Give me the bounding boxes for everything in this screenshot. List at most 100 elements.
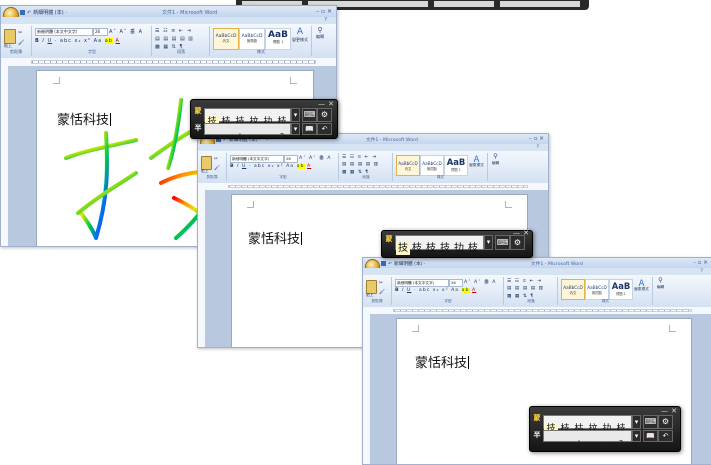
punctuation-key[interactable]: :: [586, 439, 600, 449]
punctuation-key[interactable]: ': [572, 439, 586, 449]
save-icon[interactable]: [20, 10, 25, 15]
punctuation-key[interactable]: ': [233, 132, 247, 142]
style-0[interactable]: AaBbCcD 內文: [396, 155, 420, 176]
format-buttons[interactable]: B I U · abc x₂ x² Aa ab A: [395, 288, 476, 293]
paste-icon[interactable]: [4, 29, 16, 44]
format-painter-icon[interactable]: 🖌: [379, 290, 385, 295]
paste-label[interactable]: 貼上: [201, 169, 208, 174]
punctuation-bar[interactable]: .. ':;?: [204, 123, 291, 141]
punctuation-bar[interactable]: .. ':;?: [543, 430, 632, 448]
font-grow-buttons[interactable]: A˄ A˅ 垂 A: [109, 28, 143, 35]
style-0[interactable]: AaBbCcD 內文: [561, 279, 585, 300]
window-controls[interactable]: – ▫ ✕: [316, 8, 332, 15]
keyboard-button[interactable]: ⌨: [495, 235, 510, 250]
punctuation-key[interactable]: .: [219, 132, 233, 142]
style-2[interactable]: AaB 標題 1: [265, 28, 291, 50]
font-name-input[interactable]: 新細明體 (本文中文字): [230, 155, 284, 163]
handwriting-panel-1[interactable]: 蒙 — ✕ 技枝技抆扐枝 ▾ ⌨ ⚙ 半.. ':;? ▾ 📖 ↶: [190, 99, 338, 141]
punctuation-key[interactable]: ;: [261, 132, 275, 142]
punctuation-key[interactable]: ?: [614, 439, 628, 449]
close-button[interactable]: ✕: [671, 408, 677, 415]
candidate-dropdown-button[interactable]: ▾: [632, 415, 641, 429]
quick-access-toolbar[interactable]: ↶ 新細明體 (本) ·: [20, 9, 67, 16]
handwriting-panel-2[interactable]: 蒙 — ✕ 技枝枝技扐枝 ▾ ⌨ ⚙: [381, 230, 533, 258]
punctuation-key[interactable]: :: [247, 132, 261, 142]
candidate-bar[interactable]: 技枝枝技扐枝: [395, 235, 484, 255]
punctuation-key[interactable]: .: [558, 439, 572, 449]
font-name-input[interactable]: 新細明體 (本文中文字): [395, 279, 449, 287]
font-name-input[interactable]: 新細明體 (本文中文字): [35, 28, 93, 36]
align-buttons[interactable]: ▤ ▤ ▤ ▤ ▥: [507, 286, 544, 291]
format-buttons[interactable]: B I U · abc x₂ x² Aa ab A: [35, 38, 120, 44]
help-icon[interactable]: ?: [532, 144, 545, 151]
change-styles-button[interactable]: A 變更樣式: [633, 279, 650, 292]
keyboard-button[interactable]: ⌨: [302, 108, 317, 122]
edit-button[interactable]: ⚲ 編輯: [313, 26, 327, 40]
save-icon[interactable]: [381, 261, 386, 266]
format-painter-icon[interactable]: 🖌: [214, 166, 220, 171]
style-2[interactable]: AaB 標題 1: [609, 279, 633, 300]
settings-button[interactable]: ⚙: [658, 415, 673, 429]
style-0[interactable]: AaBbCcD 內文: [213, 28, 239, 50]
window-controls[interactable]: – ▫ ✕: [529, 136, 544, 142]
punctuation-key[interactable]: .: [544, 439, 558, 449]
paste-icon[interactable]: [366, 280, 377, 294]
book-button[interactable]: 📖: [302, 123, 317, 135]
paste-icon[interactable]: [201, 156, 212, 170]
edit-button[interactable]: ⚲ 編輯: [654, 276, 667, 290]
format-painter-icon[interactable]: 🖌: [18, 40, 24, 46]
font-size-input[interactable]: 26: [449, 279, 463, 287]
font-size-input[interactable]: 26: [93, 28, 108, 36]
scissors-icon[interactable]: ✂: [214, 157, 218, 162]
candidate-char[interactable]: 扐: [452, 242, 466, 255]
punctuation-dropdown-button[interactable]: ▾: [632, 430, 641, 442]
candidate-char[interactable]: 枝: [466, 242, 480, 255]
align-buttons[interactable]: ▤ ▤ ▤ ▤ ▥: [155, 36, 194, 42]
paste-label[interactable]: 貼上: [366, 293, 373, 298]
help-icon[interactable]: ?: [696, 268, 709, 275]
window-controls[interactable]: – ▫ ✕: [693, 260, 708, 266]
change-styles-button[interactable]: A 變更樣式: [291, 28, 309, 43]
list-buttons[interactable]: ☰ ☷ ≡ ⇤ ⇥: [342, 155, 377, 160]
candidate-dropdown-button[interactable]: ▾: [484, 235, 493, 250]
list-buttons[interactable]: ☰ ☷ ≡ ⇤ ⇥: [155, 28, 192, 34]
scissors-icon[interactable]: ✂: [379, 281, 383, 286]
font-grow-buttons[interactable]: A˄ A˅ 垂 A: [464, 279, 496, 285]
undo-button[interactable]: ↶: [317, 123, 332, 135]
list-buttons[interactable]: ☰ ☷ ≡ ⇤ ⇥: [507, 279, 542, 284]
style-2[interactable]: AaB 標題 1: [444, 155, 468, 176]
font-grow-buttons[interactable]: A˄ A˅ 垂 A: [299, 155, 331, 161]
candidate-dropdown-button[interactable]: ▾: [291, 108, 300, 122]
punctuation-dropdown-button[interactable]: ▾: [291, 123, 300, 135]
half-width-button[interactable]: 半: [194, 123, 202, 133]
candidate-char[interactable]: 枝: [410, 242, 424, 255]
book-button[interactable]: 📖: [643, 430, 658, 442]
settings-button[interactable]: ⚙: [317, 108, 332, 122]
candidate-char[interactable]: 技: [438, 242, 452, 255]
edit-button[interactable]: ⚲ 編輯: [489, 152, 502, 166]
undo-icon[interactable]: ↶: [388, 262, 392, 267]
change-styles-button[interactable]: A 變更樣式: [468, 155, 485, 168]
undo-icon[interactable]: ↶: [27, 10, 31, 16]
punctuation-key[interactable]: ?: [275, 132, 289, 142]
settings-button[interactable]: ⚙: [510, 235, 525, 250]
punctuation-key[interactable]: ;: [600, 439, 614, 449]
help-icon[interactable]: ?: [319, 17, 332, 24]
candidate-char[interactable]: 枝: [424, 242, 438, 255]
format-buttons[interactable]: B I U · abc x₂ x² Aa ab A: [230, 164, 311, 169]
keyboard-button[interactable]: ⌨: [643, 415, 658, 429]
undo-button[interactable]: ↶: [658, 430, 673, 442]
minimize-button[interactable]: —: [661, 408, 668, 415]
handwriting-panel-3[interactable]: 蒙 — ✕ 技枝枯抆扐枝 ▾ ⌨ ⚙ 半.. ':;? ▾ 📖 ↶: [529, 406, 681, 452]
font-size-input[interactable]: 26: [284, 155, 298, 163]
candidate-bar[interactable]: 技枝技抆扐枝: [204, 108, 291, 128]
candidate-bar[interactable]: 技枝枯抆扐枝: [543, 415, 632, 435]
quick-access-toolbar[interactable]: ↶ 新細明體 (本) ·: [381, 261, 426, 267]
align-buttons[interactable]: ▤ ▤ ▤ ▤ ▥: [342, 162, 379, 167]
scissors-icon[interactable]: ✂: [18, 30, 22, 36]
half-width-button[interactable]: 半: [533, 430, 541, 440]
style-1[interactable]: AaBbCcD 無間距: [585, 279, 609, 300]
candidate-char[interactable]: 技: [396, 242, 410, 255]
punctuation-key[interactable]: .: [205, 132, 219, 142]
style-1[interactable]: AaBbCcD 無間距: [420, 155, 444, 176]
